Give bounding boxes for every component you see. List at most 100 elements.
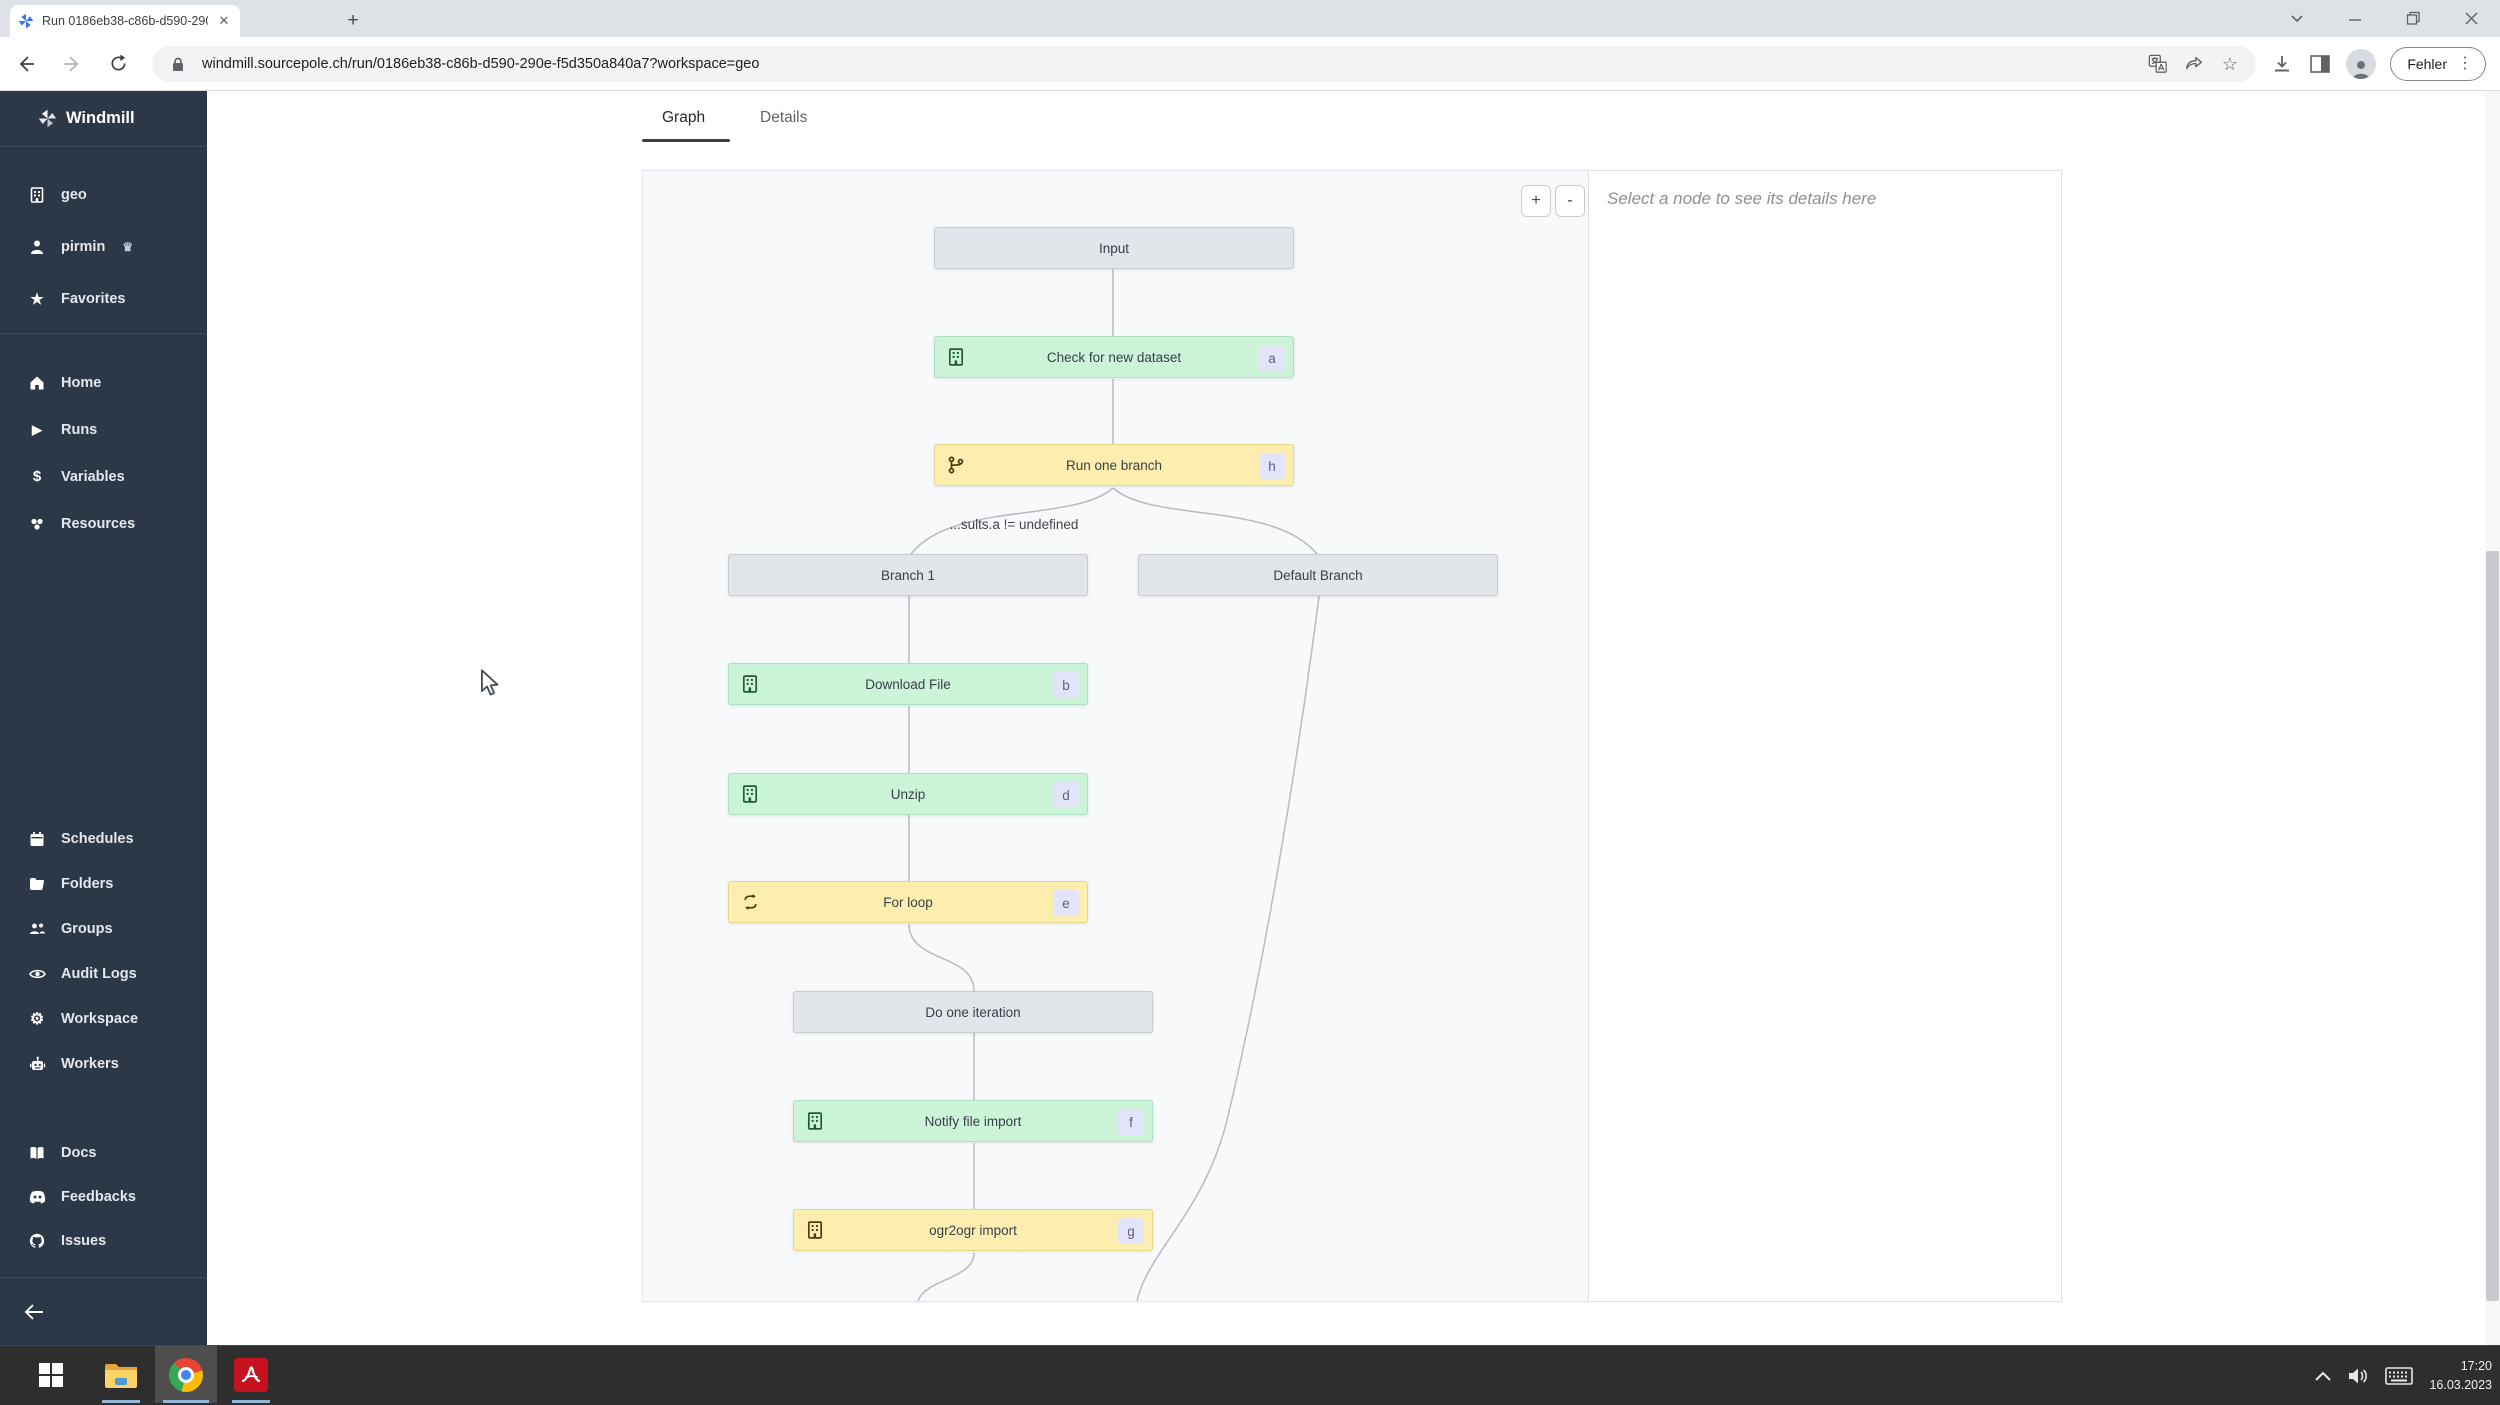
- flow-graph-canvas[interactable]: Input Check for new dataset a Run one br…: [643, 171, 1589, 1301]
- robot-icon: [28, 1056, 46, 1072]
- profile-avatar[interactable]: [2346, 49, 2377, 79]
- chrome-button[interactable]: [155, 1346, 217, 1403]
- browser-tabstrip: Run 0186eb38-c86b-d590-290e- ✕ +: [0, 0, 2500, 37]
- nav-label: Feedbacks: [61, 1189, 136, 1205]
- window-minimize-button[interactable]: [2326, 0, 2384, 37]
- tab-graph[interactable]: Graph: [662, 109, 705, 127]
- user-icon: [28, 239, 46, 255]
- node-branch-1[interactable]: Branch 1: [728, 554, 1088, 596]
- eye-icon: [28, 966, 46, 982]
- node-ogr2ogr-import[interactable]: ogr2ogr import g: [793, 1209, 1153, 1251]
- translate-icon[interactable]: [2146, 52, 2170, 76]
- node-run-one-branch[interactable]: Run one branch h: [934, 444, 1294, 486]
- tab-search-icon[interactable]: [2268, 0, 2326, 37]
- sidebar-workspace-group: geo pirmin ♛ ★ Favorites: [0, 169, 207, 325]
- sidebar-item-schedules[interactable]: Schedules: [0, 816, 207, 861]
- book-icon: [28, 1145, 46, 1161]
- node-label: Input: [1098, 240, 1130, 256]
- node-check-for-new-dataset[interactable]: Check for new dataset a: [934, 336, 1294, 378]
- keyboard-icon[interactable]: [2385, 1367, 2414, 1385]
- node-label: ogr2ogr import: [929, 1222, 1017, 1238]
- home-icon: [28, 375, 46, 391]
- node-for-loop[interactable]: For loop e: [728, 881, 1088, 923]
- window-close-button[interactable]: [2442, 0, 2500, 37]
- windows-taskbar: 17:20 16.03.2023: [0, 1345, 2500, 1405]
- sidebar-divider: [0, 333, 207, 334]
- browser-tab[interactable]: Run 0186eb38-c86b-d590-290e- ✕: [10, 5, 240, 37]
- sidebar-item-audit-logs[interactable]: Audit Logs: [0, 951, 207, 996]
- back-icon[interactable]: [6, 44, 46, 84]
- acrobat-icon: [234, 1357, 268, 1392]
- sidebar-primary-nav: Home ▶ Runs $ Variables Resources: [0, 359, 207, 547]
- sidebar-item-docs[interactable]: Docs: [0, 1131, 207, 1175]
- mouse-cursor: [476, 668, 504, 698]
- page-scrollbar[interactable]: [2485, 91, 2500, 1345]
- new-tab-button[interactable]: +: [340, 8, 366, 34]
- sidebar-item-favorites[interactable]: ★ Favorites: [0, 273, 207, 325]
- gear-icon: ⚙: [29, 1010, 45, 1028]
- lock-icon: [166, 52, 190, 76]
- branch-condition-label: ...sults.a != undefined: [949, 517, 1079, 532]
- folder-icon: [28, 876, 46, 892]
- sidebar-item-issues[interactable]: Issues: [0, 1219, 207, 1263]
- brand-row[interactable]: Windmill: [0, 91, 207, 147]
- desktop-screen: Run 0186eb38-c86b-d590-290e- ✕ + windmil…: [0, 0, 2500, 1405]
- sidebar-item-feedbacks[interactable]: Feedbacks: [0, 1175, 207, 1219]
- side-panel-icon[interactable]: [2308, 52, 2332, 76]
- sidebar-item-folders[interactable]: Folders: [0, 861, 207, 906]
- browser-menu-error-button[interactable]: Fehler ⋮: [2390, 47, 2486, 81]
- download-icon[interactable]: [2270, 52, 2294, 76]
- acrobat-button[interactable]: [220, 1346, 282, 1403]
- node-label: Run one branch: [1065, 457, 1163, 473]
- sidebar-item-workers[interactable]: Workers: [0, 1041, 207, 1086]
- sidebar-item-workspace-settings[interactable]: ⚙ Workspace: [0, 996, 207, 1041]
- share-icon[interactable]: [2182, 52, 2206, 76]
- sidebar-item-workspace-geo[interactable]: geo: [0, 169, 207, 221]
- sidebar-item-home[interactable]: Home: [0, 359, 207, 406]
- reload-icon[interactable]: [98, 44, 138, 84]
- node-notify-file-import[interactable]: Notify file import f: [793, 1100, 1153, 1142]
- sidebar-item-variables[interactable]: $ Variables: [0, 453, 207, 500]
- start-button[interactable]: [20, 1346, 82, 1403]
- nav-label: Issues: [61, 1233, 107, 1249]
- sidebar-item-user[interactable]: pirmin ♛: [0, 221, 207, 273]
- window-restore-button[interactable]: [2384, 0, 2442, 37]
- nav-label: Resources: [61, 515, 136, 532]
- file-explorer-button[interactable]: [90, 1346, 152, 1403]
- node-default-branch[interactable]: Default Branch: [1138, 554, 1498, 596]
- building-icon: [741, 784, 759, 804]
- resources-icon: [28, 516, 46, 532]
- node-input[interactable]: Input: [934, 227, 1294, 269]
- brand-name: Windmill: [66, 109, 135, 127]
- windmill-logo-icon: [38, 109, 57, 128]
- sidebar-item-groups[interactable]: Groups: [0, 906, 207, 951]
- zoom-out-button[interactable]: -: [1555, 185, 1585, 217]
- taskbar-clock[interactable]: 17:20 16.03.2023: [2429, 1357, 2492, 1395]
- clock-time: 17:20: [2460, 1359, 2492, 1374]
- node-badge: h: [1259, 453, 1285, 479]
- scrollbar-thumb[interactable]: [2486, 551, 2499, 1301]
- node-do-one-iteration[interactable]: Do one iteration: [793, 991, 1153, 1033]
- collapse-sidebar-icon[interactable]: [24, 1303, 44, 1321]
- tray-chevron-up-icon[interactable]: [2315, 1371, 2332, 1381]
- main-content: Graph Details Input Check for new datase…: [207, 91, 2500, 1345]
- volume-icon[interactable]: [2347, 1367, 2369, 1385]
- bookmark-star-icon[interactable]: ☆: [2218, 52, 2242, 76]
- sidebar-item-resources[interactable]: Resources: [0, 500, 207, 547]
- url-text[interactable]: windmill.sourcepole.ch/run/0186eb38-c86b…: [202, 56, 2134, 72]
- branch-icon: [947, 455, 965, 475]
- node-label: For loop: [883, 894, 933, 910]
- address-bar[interactable]: windmill.sourcepole.ch/run/0186eb38-c86b…: [152, 46, 2256, 82]
- discord-icon: [28, 1190, 46, 1204]
- dollar-icon: $: [32, 468, 42, 485]
- kebab-menu-icon[interactable]: ⋮: [2457, 56, 2473, 72]
- sidebar-item-runs[interactable]: ▶ Runs: [0, 406, 207, 453]
- tab-close-icon[interactable]: ✕: [216, 13, 232, 29]
- node-download-file[interactable]: Download File b: [728, 663, 1088, 705]
- tab-details[interactable]: Details: [760, 109, 807, 127]
- forward-icon[interactable]: [52, 44, 92, 84]
- node-unzip[interactable]: Unzip d: [728, 773, 1088, 815]
- node-badge: g: [1118, 1218, 1144, 1244]
- nav-label: Variables: [61, 468, 125, 485]
- zoom-in-button[interactable]: +: [1521, 185, 1551, 217]
